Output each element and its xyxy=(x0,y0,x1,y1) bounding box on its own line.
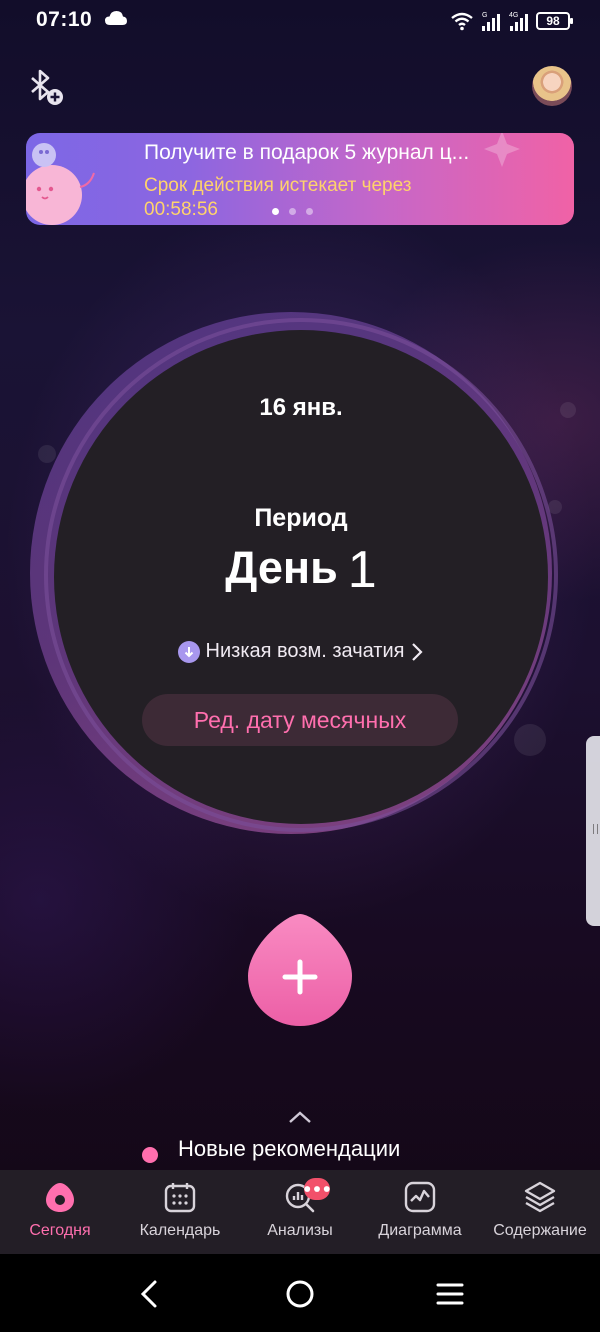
decor-bubble xyxy=(38,445,56,463)
menu-icon[interactable] xyxy=(432,1276,468,1312)
decor-bubble xyxy=(514,724,546,756)
bluetooth-add-icon[interactable] xyxy=(24,66,66,108)
battery-indicator: 98 xyxy=(536,12,573,30)
pagination-dot xyxy=(272,208,279,215)
add-log-button[interactable] xyxy=(248,912,352,1026)
arrow-down-icon xyxy=(177,640,200,663)
tab-calendar[interactable]: Календарь xyxy=(120,1170,240,1254)
tab-label: Сегодня xyxy=(29,1222,91,1239)
layers-icon xyxy=(524,1181,556,1213)
cycle-day-number: 1 xyxy=(347,541,377,599)
cloud-icon xyxy=(105,11,127,25)
tab-chart[interactable]: Диаграмма xyxy=(360,1170,480,1254)
signal-g-icon: G xyxy=(482,12,500,31)
promo-banner[interactable]: Получите в подарок 5 журнал ц... Срок де… xyxy=(26,133,574,225)
chevron-right-icon xyxy=(412,642,424,661)
pagination-dot xyxy=(289,208,296,215)
fertility-text: Низкая возм. зачатия xyxy=(205,640,405,662)
svg-text:G: G xyxy=(482,12,487,19)
home-icon[interactable] xyxy=(282,1276,318,1312)
tab-label: Анализы xyxy=(267,1222,333,1239)
decor-bubble xyxy=(560,402,576,418)
banner-title: Получите в подарок 5 журнал ц... xyxy=(144,141,470,164)
recommendation-indicator xyxy=(142,1147,158,1163)
tab-label: Содержание xyxy=(493,1222,587,1239)
tab-label: Календарь xyxy=(139,1222,221,1239)
cycle-phase: Период xyxy=(254,504,348,532)
fertility-status[interactable]: Низкая возм. зачатия xyxy=(54,640,548,663)
cycle-circle: 16 янв. Период День 1 Низкая возм. зачати… xyxy=(54,330,548,824)
tab-today[interactable]: Сегодня xyxy=(0,1170,120,1254)
tab-label: Диаграмма xyxy=(378,1222,462,1239)
current-date: 16 янв. xyxy=(259,394,343,421)
drop-icon xyxy=(46,1183,74,1212)
banner-pagination xyxy=(272,208,313,215)
system-nav-bar xyxy=(0,1254,600,1332)
app-screen: 07:10 G 4G 98 Получите в подарок 5 журна… xyxy=(0,0,600,1332)
status-indicators: G 4G 98 xyxy=(450,8,573,34)
pagination-dot xyxy=(306,208,313,215)
signal-4g-icon: 4G xyxy=(509,12,528,31)
tab-analysis[interactable]: Анализы xyxy=(240,1170,360,1254)
edit-period-button[interactable]: Ред. дату месячных xyxy=(142,694,458,746)
grip-icon xyxy=(593,824,598,834)
chart-icon xyxy=(404,1181,436,1213)
tab-content[interactable]: Содержание xyxy=(480,1170,600,1254)
banner-subtitle: Срок действия истекает через xyxy=(144,175,412,196)
profile-avatar[interactable] xyxy=(532,66,572,106)
wifi-icon xyxy=(451,12,473,31)
side-drawer-handle[interactable] xyxy=(586,736,600,926)
chevron-up-icon[interactable] xyxy=(288,1110,312,1124)
svg-text:4G: 4G xyxy=(509,12,518,19)
new-recommendations-label[interactable]: Новые рекомендации xyxy=(178,1136,400,1162)
calendar-icon xyxy=(164,1183,196,1213)
mascot-illustration xyxy=(26,143,95,225)
notification-badge xyxy=(304,1178,330,1200)
battery-level: 98 xyxy=(546,14,560,28)
bottom-tab-bar: Сегодня Календарь Анализы Диаграмма Соде… xyxy=(0,1170,600,1254)
status-bar: 07:10 G 4G 98 xyxy=(0,0,600,44)
cycle-day-label: День xyxy=(225,542,338,593)
cycle-day: День 1 xyxy=(54,540,548,600)
status-time: 07:10 xyxy=(36,8,93,31)
back-icon[interactable] xyxy=(132,1276,168,1312)
